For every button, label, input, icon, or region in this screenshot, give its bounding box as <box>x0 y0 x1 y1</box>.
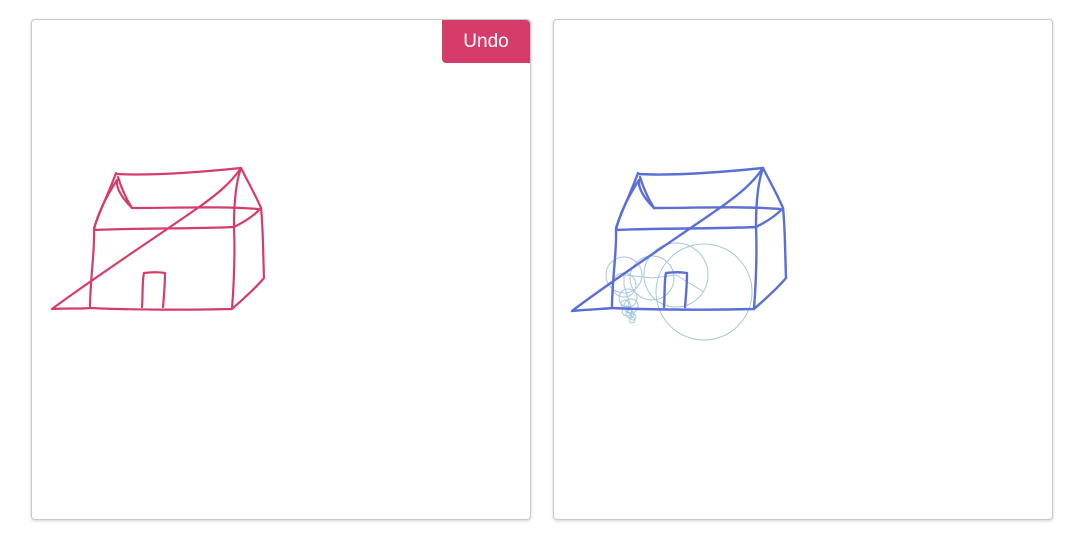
house-roof-left-stroke <box>614 178 656 232</box>
house-base-stroke <box>570 166 765 313</box>
sketch-app: Undo <box>0 0 1066 536</box>
house-base-stroke <box>50 166 243 311</box>
epicycle-circles <box>605 242 753 341</box>
reconstructed-house <box>570 166 788 313</box>
house-roof-ridge-stroke <box>637 166 765 176</box>
undo-button[interactable]: Undo <box>442 20 530 63</box>
drawing-canvas-svg[interactable] <box>32 20 531 520</box>
house-door-stroke <box>662 271 689 309</box>
house-roof-right-stroke <box>232 166 263 229</box>
house-roof-right-stroke <box>754 166 785 229</box>
house-side-wall-stroke <box>230 206 266 311</box>
house-roof-ridge-stroke <box>115 166 243 176</box>
house-door-stroke <box>140 271 167 309</box>
result-canvas-svg <box>570 166 788 341</box>
house-roof-left-stroke <box>92 178 134 232</box>
result-canvas <box>553 19 1053 520</box>
drawing-canvas[interactable]: Undo <box>31 19 531 520</box>
house-front-wall-stroke <box>88 225 236 311</box>
house-side-wall-stroke <box>752 206 788 311</box>
